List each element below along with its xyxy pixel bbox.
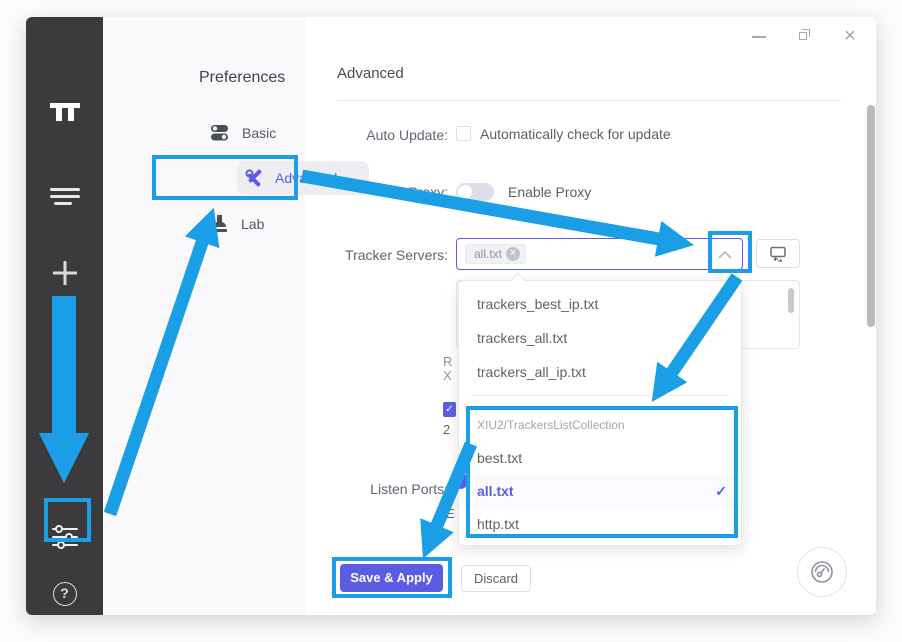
app-sidebar: ? — [26, 17, 103, 615]
tag-close-icon[interactable]: × — [506, 247, 520, 261]
hidden-checkbox-fragment: ✓ — [443, 402, 456, 417]
hidden-text-fragment: E — [446, 506, 455, 521]
hidden-text-fragment: R — [443, 354, 452, 369]
save-apply-button[interactable]: Save & Apply — [340, 564, 443, 592]
speedometer-icon — [808, 558, 836, 586]
settings-icon[interactable] — [26, 520, 103, 554]
proxy-toggle-label: Enable Proxy — [508, 184, 591, 200]
hidden-text-fragment: 2 — [443, 422, 450, 437]
minimize-button[interactable] — [752, 36, 766, 38]
selected-tracker-tag: all.txt × — [465, 244, 526, 264]
dropdown-item[interactable]: trackers_all.txt — [459, 321, 741, 355]
proxy-label: Proxy: — [248, 184, 448, 200]
page-title: Advanced — [337, 65, 404, 82]
check-icon: ✓ — [715, 474, 727, 508]
preferences-nav: Preferences Basic Advanced — [103, 17, 305, 615]
help-icon[interactable]: ? — [26, 579, 103, 609]
tracker-dropdown: trackers_best_ip.txt trackers_all.txt tr… — [458, 280, 742, 546]
close-button[interactable]: × — [844, 25, 856, 48]
auto-update-checkbox-label[interactable]: Automatically check for update — [480, 126, 671, 142]
proxy-toggle-knob — [458, 185, 472, 199]
auto-update-label: Auto Update: — [248, 127, 448, 143]
sync-icon — [769, 246, 787, 262]
screen: ? Preferences Basic — [0, 0, 902, 642]
speed-limit-button[interactable] — [797, 547, 847, 597]
nav-item-lab[interactable]: Lab — [211, 214, 264, 233]
preferences-title: Preferences — [199, 69, 285, 87]
lab-icon — [211, 214, 228, 233]
title-divider — [337, 100, 841, 101]
tracker-servers-select[interactable]: all.txt × — [456, 238, 743, 270]
discard-button[interactable]: Discard — [461, 565, 531, 592]
dropdown-notch — [511, 273, 525, 287]
app-window: ? Preferences Basic — [26, 17, 876, 615]
task-list-icon[interactable] — [26, 181, 103, 211]
listen-ports-label: Listen Ports: — [248, 481, 448, 497]
dropdown-item[interactable]: trackers_best_ip.txt — [459, 287, 741, 321]
add-task-icon[interactable] — [26, 257, 103, 289]
motrix-logo-glyph — [50, 100, 80, 124]
hidden-toggle-fragment — [453, 473, 468, 489]
hidden-text-fragment: X — [443, 368, 452, 383]
textarea-scrollbar-thumb[interactable] — [788, 288, 794, 313]
dropdown-item[interactable]: best.txt — [459, 441, 741, 475]
help-glyph: ? — [53, 582, 77, 606]
motrix-logo-icon — [26, 95, 103, 129]
dropdown-item[interactable]: trackers_all_ip.txt — [459, 355, 741, 389]
sync-trackers-button[interactable] — [756, 239, 800, 268]
dropdown-item-label: all.txt — [477, 483, 514, 499]
proxy-toggle[interactable] — [456, 183, 494, 201]
dropdown-divider — [471, 395, 729, 396]
auto-update-checkbox[interactable] — [456, 126, 471, 141]
nav-item-label: Lab — [241, 216, 264, 232]
toggles-icon — [210, 123, 229, 142]
dropdown-item-selected[interactable]: all.txt ✓ — [459, 474, 741, 508]
dropdown-group-label: XIU2/TrackersListCollection — [477, 413, 625, 437]
main-scrollbar-thumb[interactable] — [867, 105, 875, 327]
restore-button[interactable] — [799, 29, 810, 40]
tag-label: all.txt — [474, 247, 502, 261]
restore-glyph-front — [799, 32, 807, 40]
dropdown-item[interactable]: http.txt — [459, 507, 741, 541]
tracker-servers-label: Tracker Servers: — [248, 247, 448, 263]
chevron-up-icon[interactable] — [718, 251, 732, 259]
